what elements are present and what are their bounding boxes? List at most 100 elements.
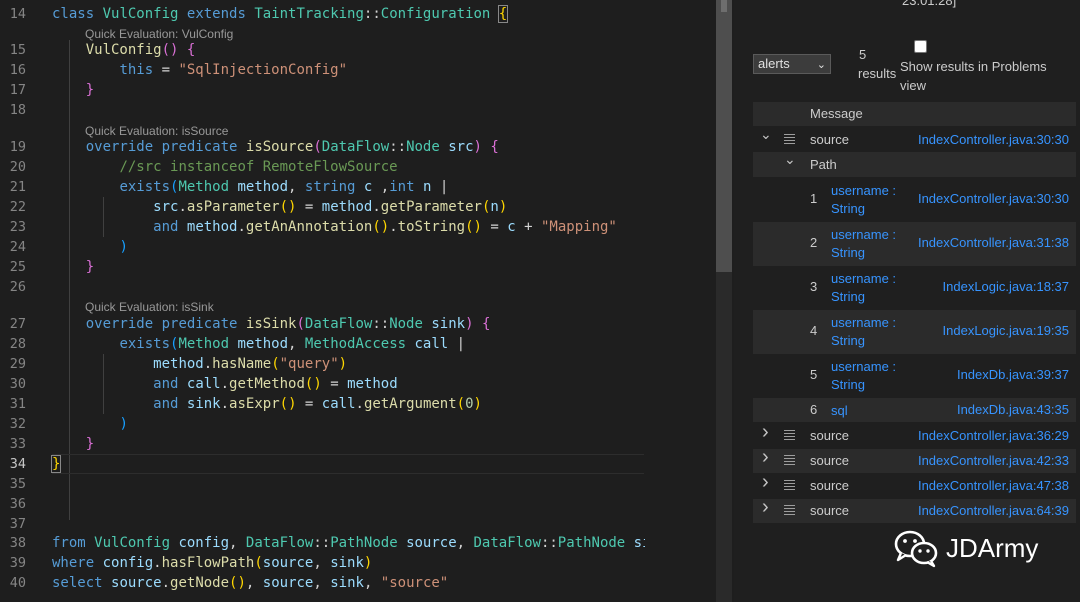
code-editor[interactable]: Quick Evaluation: VulConfig Quick Evaluat… xyxy=(0,0,645,602)
line-number: 32 xyxy=(9,416,26,432)
code-token: . xyxy=(161,575,171,591)
line-number: 36 xyxy=(9,496,26,512)
path-step-row[interactable]: 1 username : String IndexController.java:3… xyxy=(753,178,1076,222)
code-token: ) xyxy=(363,555,373,571)
results-view-select[interactable]: alerts ⌄ xyxy=(753,54,831,74)
code-line[interactable]: 25 } xyxy=(0,257,645,277)
chevron-down-icon[interactable]: ⌄ xyxy=(784,151,796,168)
path-step-row[interactable]: 3 username : String IndexLogic.java:18:37 xyxy=(753,266,1076,310)
result-row[interactable]: › source IndexController.java:42:33 xyxy=(753,446,1076,473)
code-token: and xyxy=(153,376,179,392)
chevron-right-icon[interactable]: › xyxy=(762,496,769,519)
code-line[interactable]: 20 //src instanceof RemoteFlowSource xyxy=(0,157,645,177)
code-token: { xyxy=(481,316,491,332)
line-number: 15 xyxy=(9,42,26,58)
code-token: ) xyxy=(237,575,246,591)
path-step-row[interactable]: 5 username : String IndexDb.java:39:37 xyxy=(753,354,1076,398)
chevron-down-icon[interactable]: ⌄ xyxy=(760,126,772,143)
editor-scrollbar-thumb[interactable] xyxy=(716,0,732,272)
code-token: PathNode xyxy=(557,535,626,551)
code-token: getMethod xyxy=(229,376,305,392)
path-step-label: username : String xyxy=(831,359,897,392)
line-number: 21 xyxy=(9,179,26,195)
path-step-index: 5 xyxy=(810,367,818,382)
code-token: method xyxy=(237,179,289,195)
code-line[interactable]: 23 and method.getAnAnnotation().toString… xyxy=(0,217,645,237)
code-token: | xyxy=(448,336,466,352)
code-line[interactable]: 16 this = "SqlInjectionConfig" xyxy=(0,60,645,80)
chevron-right-icon[interactable]: › xyxy=(762,421,769,444)
code-text: override predicate isSource(DataFlow::No… xyxy=(52,137,499,157)
result-row[interactable]: › source IndexController.java:36:29 xyxy=(753,421,1076,448)
code-line[interactable]: 24 ) xyxy=(0,237,645,257)
line-number: 27 xyxy=(9,316,26,332)
code-token: ( xyxy=(296,316,305,332)
code-line[interactable]: 34} xyxy=(0,454,645,474)
code-token: , xyxy=(313,575,331,591)
code-line[interactable]: 18 xyxy=(0,100,645,120)
code-token: asParameter xyxy=(186,199,280,215)
code-text: and method.getAnAnnotation().toString() … xyxy=(52,217,617,237)
result-row[interactable]: ⌄ source IndexController.java:30:30 xyxy=(753,126,1076,152)
code-token: MethodAccess xyxy=(304,336,407,352)
path-step-row[interactable]: 4 username : String IndexLogic.java:19:35 xyxy=(753,310,1076,354)
code-line[interactable]: 28 exists(Method method, MethodAccess ca… xyxy=(0,334,645,354)
code-text: } xyxy=(52,257,94,277)
code-line[interactable]: 21 exists(Method method, string c ,int n… xyxy=(0,177,645,197)
code-token: { xyxy=(497,5,509,23)
code-token: { xyxy=(186,42,196,58)
line-number: 18 xyxy=(9,102,26,118)
code-token: . xyxy=(372,199,381,215)
result-row[interactable]: › source IndexController.java:47:38 xyxy=(753,471,1076,498)
code-token: VulConfig xyxy=(85,42,162,58)
code-line[interactable]: 14 class VulConfig extends TaintTracking:… xyxy=(0,4,645,24)
list-icon xyxy=(784,505,795,515)
chevron-right-icon[interactable]: › xyxy=(762,446,769,469)
code-line[interactable]: 33 } xyxy=(0,434,645,454)
code-line[interactable]: 19 override predicate isSource(DataFlow:… xyxy=(0,137,645,157)
path-row[interactable]: ⌄ Path xyxy=(753,151,1076,177)
code-line[interactable]: 40 select source.getNode(), source, sink,… xyxy=(0,573,645,593)
code-line[interactable]: 31 and sink.asExpr() = call.getArgument(… xyxy=(0,394,645,414)
code-line[interactable]: 17 } xyxy=(0,80,645,100)
code-text: src.asParameter() = method.getParameter(… xyxy=(52,197,507,217)
code-token: isSink xyxy=(245,316,297,332)
result-row[interactable]: › source IndexController.java:64:39 xyxy=(753,496,1076,523)
code-line[interactable]: 27 override predicate isSink(DataFlow::N… xyxy=(0,314,645,334)
code-line[interactable]: 15 VulConfig() { xyxy=(0,40,645,60)
code-line[interactable]: 30 and call.getMethod() = method xyxy=(0,374,645,394)
code-text: select source.getNode(), source, sink, "… xyxy=(52,573,448,593)
code-line[interactable]: 36 xyxy=(0,494,645,514)
code-line[interactable]: 38 from VulConfig config, DataFlow::PathN… xyxy=(0,533,645,553)
result-message: source xyxy=(810,503,850,518)
chevron-right-icon[interactable]: › xyxy=(762,471,769,494)
code-line[interactable]: 35 xyxy=(0,474,645,494)
code-token: :: xyxy=(540,535,558,551)
code-text: } xyxy=(50,454,62,474)
quick-evaluation-link[interactable]: Quick Evaluation: isSink xyxy=(85,299,214,315)
code-text: override predicate isSink(DataFlow::Node… xyxy=(52,314,491,334)
code-token: method xyxy=(153,356,204,372)
code-line[interactable]: 26 xyxy=(0,277,645,297)
show-in-problems-checkbox[interactable] xyxy=(914,40,927,53)
code-token: where xyxy=(52,555,95,571)
result-message: source xyxy=(810,132,850,147)
path-step-row[interactable]: 2 username : String IndexController.java:3… xyxy=(753,222,1076,266)
code-line[interactable]: 29 method.hasName("query") xyxy=(0,354,645,374)
code-line[interactable]: 37 xyxy=(0,514,645,534)
code-token: . xyxy=(355,396,364,412)
code-token: predicate xyxy=(161,316,238,332)
code-line[interactable]: 22 src.asParameter() = method.getParamet… xyxy=(0,197,645,217)
code-token: = xyxy=(481,219,508,235)
code-line[interactable]: 39 where config.hasFlowPath(source, sink) xyxy=(0,553,645,573)
code-token: Node xyxy=(389,316,423,332)
code-line[interactable]: 32 ) xyxy=(0,414,645,434)
line-number: 34 xyxy=(9,456,26,472)
line-number: 31 xyxy=(9,396,26,412)
path-step-row[interactable]: 6 sql IndexDb.java:43:35 xyxy=(753,398,1076,422)
